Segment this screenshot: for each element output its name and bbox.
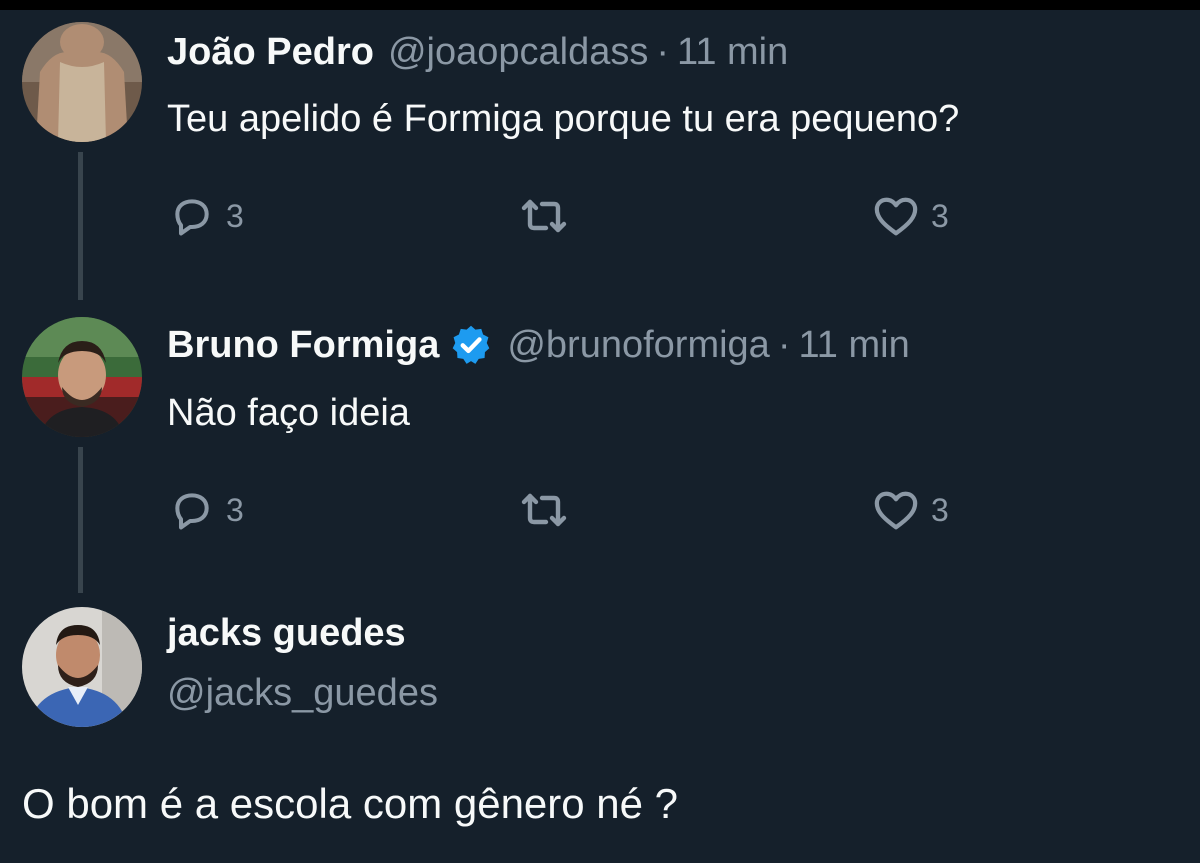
- tweet-timestamp[interactable]: 11 min: [798, 324, 909, 367]
- retweet-button[interactable]: [520, 194, 568, 238]
- separator-dot: ·: [777, 323, 791, 366]
- like-button[interactable]: 3: [873, 194, 949, 238]
- heart-icon: [873, 194, 919, 238]
- reply-button[interactable]: 3: [170, 488, 244, 532]
- author-name[interactable]: Bruno Formiga: [167, 324, 439, 367]
- retweet-button[interactable]: [520, 488, 568, 532]
- author-handle[interactable]: @jacks_guedes: [167, 672, 438, 715]
- tweet-text: O bom é a escola com gênero né ?: [22, 780, 679, 827]
- like-count: 3: [931, 197, 949, 234]
- author-name[interactable]: jacks guedes: [167, 612, 406, 655]
- reply-icon: [170, 194, 214, 238]
- author-handle[interactable]: @joaopcaldass: [388, 31, 648, 74]
- like-count: 3: [931, 491, 949, 528]
- tweet-timestamp[interactable]: 11 min: [677, 31, 788, 74]
- avatar-bruno-formiga[interactable]: [22, 317, 142, 437]
- heart-icon: [873, 488, 919, 532]
- avatar-joao-pedro[interactable]: [22, 22, 142, 142]
- top-bar: [0, 0, 1200, 10]
- separator-dot: ·: [656, 30, 670, 73]
- thread-line: [78, 152, 83, 300]
- author-handle[interactable]: @brunoformiga: [507, 324, 769, 367]
- retweet-icon: [520, 488, 568, 532]
- reply-count: 3: [226, 197, 244, 234]
- thread-line: [78, 447, 83, 593]
- tweet-text: Teu apelido é Formiga porque tu era pequ…: [167, 98, 960, 140]
- verified-badge-icon: [449, 323, 493, 367]
- tweet-text: Não faço ideia: [167, 392, 410, 434]
- avatar-jacks-guedes[interactable]: [22, 607, 142, 727]
- reply-button[interactable]: 3: [170, 194, 244, 238]
- reply-count: 3: [226, 491, 244, 528]
- author-name[interactable]: João Pedro: [167, 31, 374, 74]
- tweet-header: Bruno Formiga @brunoformiga · 11 min: [167, 320, 910, 370]
- tweet-header: João Pedro @joaopcaldass · 11 min: [167, 27, 788, 77]
- reply-icon: [170, 488, 214, 532]
- retweet-icon: [520, 194, 568, 238]
- like-button[interactable]: 3: [873, 488, 949, 532]
